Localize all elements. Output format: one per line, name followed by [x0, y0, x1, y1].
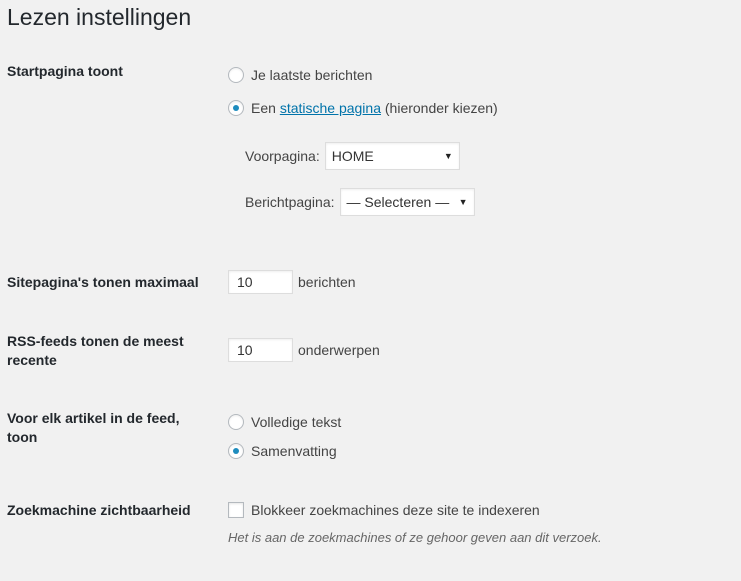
dropdown-arrow-icon: ▼ — [458, 197, 468, 207]
posts-page-select-row: Berichtpagina: — Selecteren — ▼ — [245, 188, 475, 216]
search-engine-label: Zoekmachine zichtbaarheid — [7, 502, 191, 518]
front-page-select-value: HOME — [331, 148, 374, 164]
dropdown-arrow-icon: ▼ — [443, 151, 453, 161]
rss-excerpt-label: Voor elk artikel in de feed, toon — [7, 410, 180, 445]
posts-page-select-value: — Selecteren — — [346, 194, 450, 210]
page-title: Lezen instellingen — [7, 4, 192, 30]
search-engine-description: Het is aan de zoekmachines of ze gehoor … — [228, 530, 602, 545]
radio-label: Samenvatting — [251, 443, 337, 459]
radio-label: Een statische pagina (hieronder kiezen) — [251, 99, 498, 117]
radio-label: Je laatste berichten — [251, 67, 373, 83]
radio-button[interactable] — [228, 67, 244, 83]
reading-settings-page: Lezen instellingen Startpagina toont Je … — [0, 0, 741, 581]
checkbox-label: Blokkeer zoekmachines deze site te index… — [251, 502, 540, 518]
radio-label-prefix: Een — [251, 100, 280, 116]
static-page-link[interactable]: statische pagina — [280, 100, 381, 116]
posts-per-rss-row: 10 onderwerpen — [228, 338, 380, 362]
front-page-label: Startpagina toont — [7, 63, 123, 79]
radio-latest-posts[interactable]: Je laatste berichten — [228, 66, 372, 84]
search-engine-checkbox-row[interactable]: Blokkeer zoekmachines deze site te index… — [228, 501, 540, 519]
posts-per-rss-suffix: onderwerpen — [298, 342, 380, 358]
front-page-select-row: Voorpagina: HOME ▼ — [245, 142, 460, 170]
radio-static-page[interactable]: Een statische pagina (hieronder kiezen) — [228, 99, 498, 117]
front-page-select[interactable]: HOME ▼ — [324, 142, 460, 170]
front-page-select-label: Voorpagina: — [245, 148, 320, 164]
radio-label: Volledige tekst — [251, 414, 342, 430]
posts-per-page-input[interactable]: 10 — [228, 270, 293, 294]
posts-per-page-row: 10 berichten — [228, 270, 356, 294]
posts-per-rss-input[interactable]: 10 — [228, 338, 293, 362]
radio-button[interactable] — [228, 100, 244, 116]
posts-per-rss-label: RSS-feeds tonen de meest recente — [7, 333, 184, 368]
blog-public-checkbox[interactable] — [228, 502, 244, 518]
radio-button[interactable] — [228, 414, 244, 430]
posts-page-select[interactable]: — Selecteren — ▼ — [339, 188, 475, 216]
radio-full-text[interactable]: Volledige tekst — [228, 413, 341, 431]
radio-summary[interactable]: Samenvatting — [228, 442, 337, 460]
radio-label-suffix: (hieronder kiezen) — [381, 100, 498, 116]
posts-per-page-suffix: berichten — [298, 274, 356, 290]
posts-per-page-label: Sitepagina's tonen maximaal — [7, 274, 199, 290]
posts-page-select-label: Berichtpagina: — [245, 194, 335, 210]
radio-button[interactable] — [228, 443, 244, 459]
